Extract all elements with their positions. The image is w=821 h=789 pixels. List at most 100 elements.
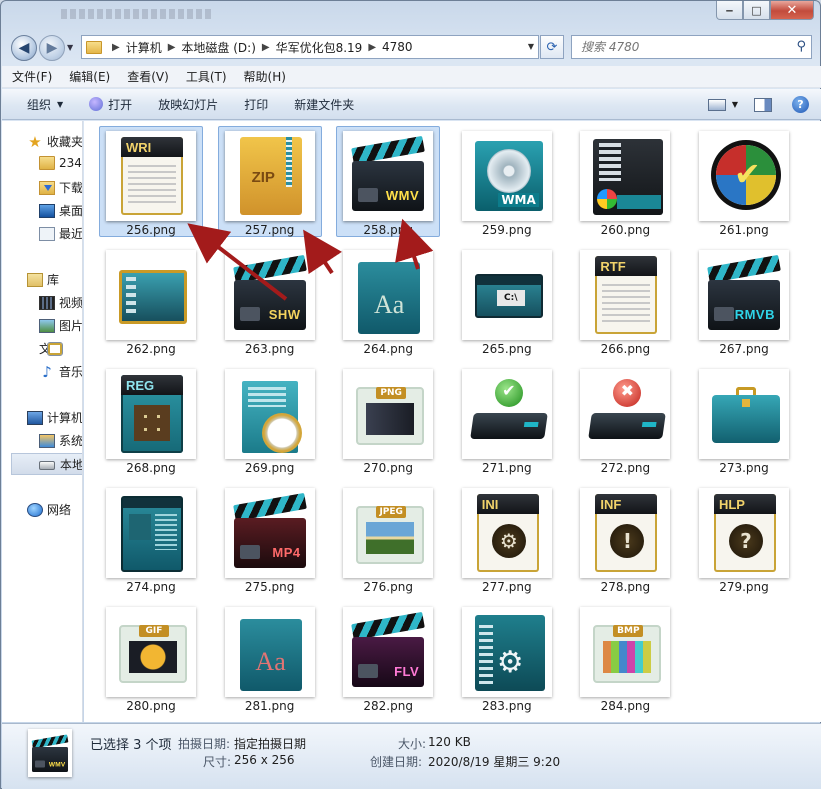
sidebar-item-documents[interactable]: 文档 xyxy=(39,340,63,357)
open-button[interactable]: 打开 xyxy=(89,96,132,113)
file-list-view: WRI 256.png ZIP 257.png WMV 258.png WMA 259… xyxy=(84,121,821,722)
file-name: 263.png xyxy=(244,342,295,356)
sidebar-item-downloads[interactable]: 下载 xyxy=(39,179,82,196)
new-folder-button[interactable]: 新建文件夹 xyxy=(294,96,354,113)
forward-button[interactable]: ▶ xyxy=(39,35,65,61)
file-item[interactable]: ✔ 261.png xyxy=(692,126,796,237)
file-item[interactable]: INI ⚙ 277.png xyxy=(455,483,559,594)
file-item[interactable]: 273.png xyxy=(692,364,796,475)
file-item[interactable]: SHW 263.png xyxy=(218,245,322,356)
wmv-clapper-icon: WMV xyxy=(31,734,69,772)
file-item[interactable]: FLV 282.png xyxy=(336,602,440,713)
png-image-icon: PNG xyxy=(343,369,434,459)
menu-edit[interactable]: 编辑(E) xyxy=(69,68,110,85)
file-name: 280.png xyxy=(126,699,176,713)
inf-info-icon: INF! xyxy=(580,488,671,578)
back-button[interactable]: ◀ xyxy=(11,35,37,61)
file-item[interactable]: Aa 264.png xyxy=(336,245,440,356)
file-item[interactable]: WRI 256.png xyxy=(99,126,203,237)
search-box[interactable]: ⚲ xyxy=(571,35,812,59)
chevron-right-icon[interactable]: ▶ xyxy=(368,42,376,53)
breadcrumb-computer[interactable]: 计算机 xyxy=(126,39,162,56)
sidebar-item-videos[interactable]: 视频 xyxy=(39,294,82,311)
file-name: 264.png xyxy=(363,342,413,356)
recent-pages-dropdown-icon[interactable]: ▼ xyxy=(67,43,73,52)
menu-tools[interactable]: 工具(T) xyxy=(186,68,227,85)
chevron-right-icon[interactable]: ▶ xyxy=(112,42,120,53)
sidebar-item-pictures[interactable]: 图片 xyxy=(39,317,82,334)
change-view-icon[interactable] xyxy=(707,98,726,111)
chevron-right-icon[interactable]: ▶ xyxy=(262,42,270,53)
file-item[interactable]: ⚙ 283.png xyxy=(455,602,559,713)
search-icon[interactable]: ⚲ xyxy=(796,39,806,54)
sidebar-item-label: 库 xyxy=(47,273,60,287)
breadcrumb-local-disk[interactable]: 本地磁盘 (D:) xyxy=(181,39,255,56)
file-item[interactable]: BMP 284.png xyxy=(573,602,677,713)
window-title-placeholder xyxy=(61,9,211,19)
file-name: 269.png xyxy=(244,461,295,475)
format-label: PNG xyxy=(376,387,407,399)
menu-file[interactable]: 文件(F) xyxy=(12,68,52,85)
minimize-button[interactable]: ‒ xyxy=(716,1,743,20)
file-name: 281.png xyxy=(244,699,295,713)
windows-panel-icon xyxy=(580,131,671,221)
menu-help[interactable]: 帮助(H) xyxy=(244,68,286,85)
search-input[interactable] xyxy=(581,40,781,54)
sidebar-item-computer[interactable]: 计算机 xyxy=(27,409,82,426)
help-icon[interactable]: ? xyxy=(792,96,809,113)
file-item[interactable]: HLP? 279.png xyxy=(692,483,796,594)
slideshow-button[interactable]: 放映幻灯片 xyxy=(158,96,218,113)
date-taken-value[interactable]: 指定拍摄日期 xyxy=(234,735,306,752)
dimensions-value: 256 x 256 xyxy=(234,753,295,767)
file-item[interactable]: 269.png xyxy=(218,364,322,475)
address-history-dropdown-icon[interactable]: ▼ xyxy=(528,42,534,51)
file-item[interactable]: INF! 278.png xyxy=(573,483,677,594)
file-item[interactable]: MP4 275.png xyxy=(218,483,322,594)
file-item[interactable]: JPEG 276.png xyxy=(336,483,440,594)
file-item[interactable]: C:\ 265.png xyxy=(455,245,559,356)
music-note-icon: ♪ xyxy=(42,362,52,381)
sidebar-item-favorites[interactable]: ★ 收藏夹 xyxy=(27,133,82,150)
sidebar-item-label: 234 xyxy=(59,156,82,170)
close-button[interactable]: ✕ xyxy=(770,1,814,20)
file-item[interactable]: 262.png xyxy=(99,245,203,356)
file-item[interactable]: REG 268.png xyxy=(99,364,203,475)
preview-pane-icon[interactable] xyxy=(754,97,772,112)
sidebar-item-system-drive[interactable]: 系统 xyxy=(39,432,82,449)
sidebar-item-network[interactable]: 网络 xyxy=(27,501,71,518)
menu-view[interactable]: 查看(V) xyxy=(127,68,169,85)
file-item[interactable]: ✔ 271.png xyxy=(455,364,559,475)
sidebar-item-libraries[interactable]: 库 xyxy=(27,271,59,288)
maximize-button[interactable]: □ xyxy=(743,1,770,20)
file-item[interactable]: 274.png xyxy=(99,483,203,594)
print-button[interactable]: 打印 xyxy=(244,96,268,113)
sidebar-item-music[interactable]: ♪ 音乐 xyxy=(39,362,82,381)
file-item[interactable]: Aa 281.png xyxy=(218,602,322,713)
file-item[interactable]: PNG 270.png xyxy=(336,364,440,475)
address-bar[interactable]: ▶ 计算机 ▶ 本地磁盘 (D:) ▶ 华军优化包8.19 ▶ 4780 ▼ xyxy=(81,35,539,59)
breadcrumb-package[interactable]: 华军优化包8.19 xyxy=(276,39,363,56)
file-item[interactable]: RTF 266.png xyxy=(573,245,677,356)
file-name: 268.png xyxy=(126,461,176,475)
file-item[interactable]: RMVB 267.png xyxy=(692,245,796,356)
format-label: WMA xyxy=(498,193,539,207)
file-item[interactable]: ZIP 257.png xyxy=(217,126,322,237)
organize-button[interactable]: 组织 ▼ xyxy=(27,96,63,113)
sidebar-item-local-disk[interactable]: 本地 xyxy=(11,453,82,475)
file-name: 278.png xyxy=(600,580,651,594)
refresh-button[interactable]: ⟳ xyxy=(540,35,564,59)
created-date-value: 2020/8/19 星期三 9:20 xyxy=(428,755,561,769)
sidebar-item-234[interactable]: 234 xyxy=(39,156,82,170)
rmvb-clapper-icon: RMVB xyxy=(698,250,789,340)
file-item[interactable]: WMV 258.png xyxy=(336,126,441,237)
file-item[interactable]: 260.png xyxy=(573,126,677,237)
sidebar-item-recent[interactable]: 最近 xyxy=(39,225,82,242)
view-options-dropdown-icon[interactable]: ▼ xyxy=(732,100,738,109)
file-item[interactable]: ✖ 272.png xyxy=(573,364,677,475)
breadcrumb-current-folder[interactable]: 4780 xyxy=(382,40,413,54)
chevron-right-icon[interactable]: ▶ xyxy=(168,42,176,53)
file-item[interactable]: GIF 280.png xyxy=(99,602,203,713)
file-item[interactable]: WMA 259.png xyxy=(455,126,559,237)
organize-label: 组织 xyxy=(27,97,52,112)
sidebar-item-desktop[interactable]: 桌面 xyxy=(39,202,82,219)
